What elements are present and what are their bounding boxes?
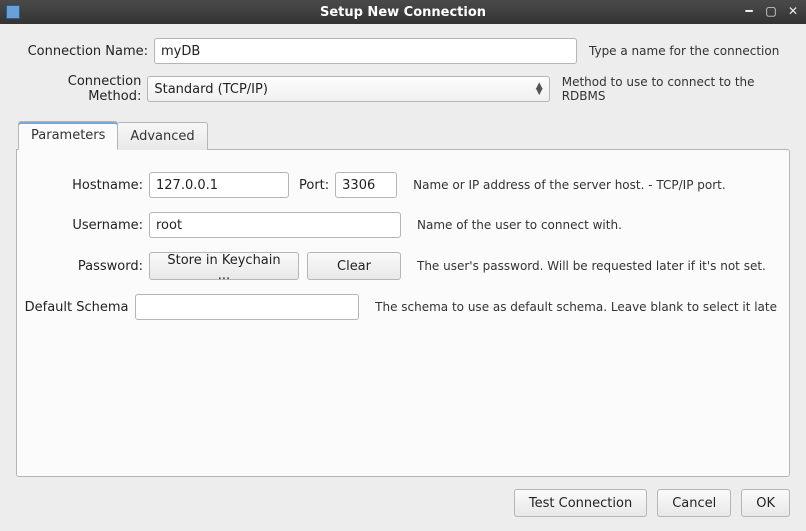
- tab-panel-parameters: Hostname: Port: Name or IP address of th…: [16, 149, 790, 477]
- app-icon: [6, 5, 20, 19]
- password-buttons: Store in Keychain ... Clear: [149, 252, 401, 280]
- tabs-header: Parameters Advanced: [16, 120, 790, 149]
- username-row: Username: Name of the user to connect wi…: [17, 212, 777, 238]
- connection-method-select[interactable]: Standard (TCP/IP) ▲▼: [147, 76, 549, 102]
- username-input[interactable]: [149, 212, 401, 238]
- username-label: Username:: [17, 218, 143, 233]
- tab-advanced[interactable]: Advanced: [117, 122, 207, 150]
- dialog-footer: Test Connection Cancel OK: [16, 477, 790, 531]
- connection-name-row: Connection Name: Type a name for the con…: [16, 38, 790, 64]
- connection-name-hint: Type a name for the connection: [589, 44, 779, 58]
- close-icon[interactable]: ✕: [786, 5, 800, 19]
- clear-password-button[interactable]: Clear: [307, 252, 401, 280]
- hostname-label: Hostname:: [17, 178, 143, 193]
- dialog-content: Connection Name: Type a name for the con…: [0, 24, 806, 531]
- maximize-icon[interactable]: ▢: [764, 5, 778, 19]
- ok-button[interactable]: OK: [741, 489, 790, 517]
- window-title: Setup New Connection: [0, 5, 806, 20]
- window-controls: ━ ▢ ✕: [742, 5, 800, 19]
- password-label: Password:: [17, 259, 143, 274]
- hostname-row: Hostname: Port: Name or IP address of th…: [17, 172, 777, 198]
- password-hint: The user's password. Will be requested l…: [417, 259, 766, 273]
- connection-name-label: Connection Name:: [16, 44, 148, 59]
- port-label: Port:: [299, 178, 329, 193]
- connection-method-label: Connection Method:: [16, 74, 141, 104]
- tab-parameters[interactable]: Parameters: [18, 121, 118, 150]
- port-input[interactable]: [335, 172, 397, 198]
- hostname-input[interactable]: [149, 172, 289, 198]
- test-connection-button[interactable]: Test Connection: [514, 489, 647, 517]
- password-row: Password: Store in Keychain ... Clear Th…: [17, 252, 777, 280]
- titlebar: Setup New Connection ━ ▢ ✕: [0, 0, 806, 24]
- tabs-area: Parameters Advanced Hostname: Port: Name…: [16, 120, 790, 477]
- default-schema-input[interactable]: [135, 294, 360, 320]
- default-schema-row: Default Schema The schema to use as defa…: [17, 294, 777, 320]
- store-keychain-button[interactable]: Store in Keychain ...: [149, 252, 299, 280]
- default-schema-hint: The schema to use as default schema. Lea…: [375, 300, 777, 314]
- connection-method-value: Standard (TCP/IP): [154, 82, 268, 97]
- connection-method-row: Connection Method: Standard (TCP/IP) ▲▼ …: [16, 74, 790, 104]
- connection-name-input[interactable]: [154, 38, 577, 64]
- connection-method-hint: Method to use to connect to the RDBMS: [562, 75, 790, 103]
- minimize-icon[interactable]: ━: [742, 5, 756, 19]
- default-schema-label: Default Schema: [17, 300, 129, 315]
- updown-icon: ▲▼: [536, 83, 543, 95]
- hostname-hint: Name or IP address of the server host. -…: [413, 178, 726, 192]
- username-hint: Name of the user to connect with.: [417, 218, 622, 232]
- cancel-button[interactable]: Cancel: [657, 489, 731, 517]
